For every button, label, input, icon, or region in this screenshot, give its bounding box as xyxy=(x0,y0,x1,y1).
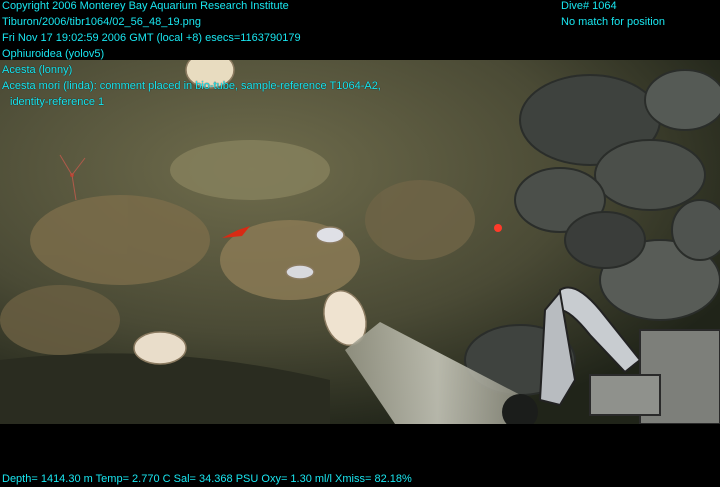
annotation-line-2: Acesta (lonny) xyxy=(2,64,73,76)
annotation-line-1: Ophiuroidea (yolov5) xyxy=(2,48,105,60)
video-frame: Copyright 2006 Monterey Bay Aquarium Res… xyxy=(0,0,720,486)
copyright-line: Copyright 2006 Monterey Bay Aquarium Res… xyxy=(2,0,289,12)
annotation-line-4: identity-reference 1 xyxy=(10,96,105,108)
position-status: No match for position xyxy=(561,16,665,28)
seafloor-scene-drawing xyxy=(0,60,720,424)
timestamp-line: Fri Nov 17 19:02:59 2006 GMT (local +8) … xyxy=(2,32,301,44)
file-path-line: Tiburon/2006/tibr1064/02_56_48_19.png xyxy=(2,16,201,28)
seafloor-video-image xyxy=(0,60,720,424)
dive-number: Dive# 1064 xyxy=(561,0,617,12)
telemetry-line: Depth= 1414.30 m Temp= 2.770 C Sal= 34.3… xyxy=(2,473,412,485)
annotation-line-3: Acesta mori (linda): comment placed in b… xyxy=(2,80,381,92)
